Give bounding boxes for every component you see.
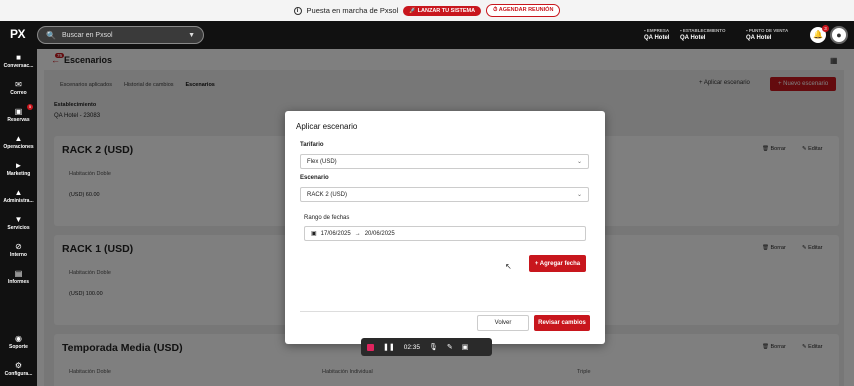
sidebar-item-operaciones[interactable]: ▲ Operaciones bbox=[0, 134, 37, 150]
date-to: 20/06/2025 bbox=[364, 230, 395, 237]
search-icon: 🔍 bbox=[46, 30, 56, 40]
search-input[interactable]: 🔍 Buscar en Pxsol ▼ bbox=[37, 26, 204, 44]
sidebar-item-label: Soporte bbox=[9, 344, 28, 350]
chevron-down-icon: ⌄ bbox=[576, 159, 582, 165]
notification-badge: 3 bbox=[822, 25, 829, 32]
punto-venta-value: QA Hotel bbox=[746, 35, 772, 41]
tarifario-label: Tarifario bbox=[300, 142, 324, 148]
sidebar-item-label: Operaciones bbox=[3, 144, 34, 150]
date-range-input[interactable]: ▣ 17/06/2025 → 20/06/2025 bbox=[304, 226, 586, 241]
sidebar-item-label: Reservas bbox=[7, 117, 30, 123]
microphone-icon[interactable]: 🎙 bbox=[429, 343, 438, 351]
sidebar-item-conversaciones[interactable]: ■ Conversac... bbox=[0, 53, 37, 69]
schedule-meeting-button[interactable]: ⏱ AGENDAR REUNIÓN bbox=[486, 4, 561, 17]
mouse-cursor-icon: ↖ bbox=[505, 262, 512, 271]
arrow-right-icon: → bbox=[354, 230, 361, 237]
escenario-select[interactable]: RACK 2 (USD) ⌄ bbox=[300, 187, 589, 202]
sidebar-item-configuracion[interactable]: ⚙ Configura... bbox=[0, 361, 37, 377]
pxsol-logo[interactable]: PX bbox=[10, 27, 26, 41]
mail-icon: ✉ bbox=[15, 80, 22, 89]
screen-recorder-toolbar: ❚❚ 02:35 🎙 ✎ ▣ bbox=[361, 338, 492, 356]
sidebar-item-administracion[interactable]: ▲ Administra... bbox=[0, 188, 37, 204]
gear-icon: ⚙ bbox=[14, 361, 23, 370]
sidebar-item-label: Marketing bbox=[6, 171, 31, 177]
building-icon: ▲ bbox=[14, 188, 23, 197]
calendar-icon: ▣ bbox=[311, 231, 317, 237]
sidebar-item-label: Administra... bbox=[3, 198, 34, 204]
sidebar-item-servicios[interactable]: ▼ Servicios bbox=[0, 215, 37, 231]
launch-system-button[interactable]: 🚀 LANZAR TU SISTEMA bbox=[403, 5, 482, 16]
escenario-label: Escenario bbox=[300, 175, 329, 181]
sidebar-item-label: Configura... bbox=[4, 371, 33, 377]
pen-icon[interactable]: ✎ bbox=[447, 343, 453, 351]
tarifario-select[interactable]: Flex (USD) ⌄ bbox=[300, 154, 589, 169]
prohibited-icon: ⊘ bbox=[15, 242, 22, 251]
bell-service-icon: ▲ bbox=[14, 134, 23, 143]
cocktail-icon: ▼ bbox=[14, 215, 23, 224]
banner-message: Puesta en marcha de Pxsol bbox=[306, 6, 399, 15]
sidebar-item-marketing[interactable]: ► Marketing bbox=[0, 161, 37, 177]
sidebar-item-interno[interactable]: ⊘ Interno bbox=[0, 242, 37, 258]
chat-icon: ■ bbox=[16, 53, 21, 62]
date-from: 17/06/2025 bbox=[320, 230, 351, 237]
info-icon: i bbox=[293, 6, 302, 15]
modal-title: Aplicar escenario bbox=[296, 122, 358, 131]
sidebar: ■ Conversac... ✉ Correo ▣ Reservas 5 ▲ O… bbox=[0, 49, 37, 386]
camera-icon[interactable]: ▣ bbox=[462, 343, 469, 351]
sidebar-item-label: Conversac... bbox=[3, 63, 34, 69]
reservas-badge: 5 bbox=[27, 104, 33, 110]
sidebar-item-informes[interactable]: ▤ Informes bbox=[0, 269, 37, 285]
review-changes-button[interactable]: Revisar cambios bbox=[534, 315, 590, 331]
rango-fechas-label: Rango de fechas bbox=[304, 215, 350, 221]
empresa-value: QA Hotel bbox=[644, 35, 670, 41]
empresa-selector[interactable]: ▪ EMPRESA QA Hotel bbox=[644, 28, 669, 41]
sidebar-item-label: Interno bbox=[10, 252, 27, 258]
megaphone-icon: ► bbox=[14, 161, 23, 170]
launch-system-label: LANZAR TU SISTEMA bbox=[417, 7, 476, 14]
chevron-down-icon: ⌄ bbox=[576, 192, 582, 198]
establecimiento-label: ▪ ESTABLECIMIENTO bbox=[680, 28, 726, 33]
sidebar-item-label: Correo bbox=[10, 90, 27, 96]
schedule-meeting-label: AGENDAR REUNIÓN bbox=[498, 7, 554, 13]
apply-scenario-modal: Aplicar escenario Tarifario Flex (USD) ⌄… bbox=[285, 111, 605, 344]
add-date-button[interactable]: + Agregar fecha bbox=[529, 255, 586, 272]
top-header: PX 🔍 Buscar en Pxsol ▼ ▪ EMPRESA QA Hote… bbox=[0, 21, 854, 49]
support-icon: ◉ bbox=[15, 334, 22, 343]
document-icon: ▤ bbox=[14, 269, 23, 278]
empresa-label: ▪ EMPRESA bbox=[644, 28, 670, 33]
establecimiento-value: QA Hotel bbox=[680, 35, 706, 41]
sidebar-item-label: Informes bbox=[7, 279, 30, 285]
punto-venta-label: ▪ PUNTO DE VENTA bbox=[746, 28, 789, 33]
sidebar-item-reservas[interactable]: ▣ Reservas 5 bbox=[0, 104, 37, 123]
sidebar-item-soporte[interactable]: ◉ Soporte bbox=[0, 334, 37, 350]
chevron-down-icon: ▼ bbox=[188, 31, 195, 39]
sidebar-item-label: Servicios bbox=[7, 225, 30, 231]
pause-icon[interactable]: ❚❚ bbox=[383, 343, 395, 351]
modal-divider bbox=[300, 311, 590, 312]
back-button[interactable]: Volver bbox=[477, 315, 529, 331]
sidebar-item-correo[interactable]: ✉ Correo bbox=[0, 80, 37, 96]
establecimiento-selector[interactable]: ▪ ESTABLECIMIENTO QA Hotel bbox=[680, 28, 725, 41]
punto-venta-selector[interactable]: ▪ PUNTO DE VENTA QA Hotel bbox=[746, 28, 788, 41]
avatar[interactable]: ● bbox=[830, 26, 848, 44]
tarifario-value: Flex (USD) bbox=[307, 158, 337, 165]
stop-record-icon[interactable] bbox=[367, 343, 374, 351]
recording-time: 02:35 bbox=[403, 343, 421, 351]
setup-banner: i Puesta en marcha de Pxsol 🚀 LANZAR TU … bbox=[0, 0, 854, 21]
search-placeholder: Buscar en Pxsol bbox=[61, 31, 113, 39]
escenario-value: RACK 2 (USD) bbox=[307, 191, 348, 198]
